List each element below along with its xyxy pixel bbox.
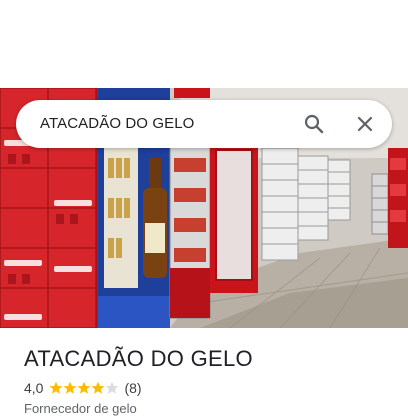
search-bar[interactable]: ATACADÃO DO GELO: [16, 100, 392, 148]
star-empty-icon: [106, 381, 119, 394]
rating-value: 4,0: [24, 380, 44, 396]
search-button[interactable]: [298, 108, 330, 140]
search-input[interactable]: ATACADÃO DO GELO: [40, 100, 194, 148]
star-filled-icon: [50, 381, 63, 394]
close-icon: [357, 116, 373, 132]
review-count[interactable]: (8): [124, 380, 141, 396]
place-category: Fornecedor de gelo: [24, 401, 137, 416]
star-filled-icon: [92, 381, 105, 394]
clear-search-button[interactable]: [349, 108, 381, 140]
place-title: ATACADÃO DO GELO: [24, 346, 253, 371]
map-area-top: [0, 0, 408, 88]
place-details: ATACADÃO DO GELO 4,0 (8) Fornecedor de g…: [0, 328, 408, 416]
rating-row[interactable]: 4,0 (8): [24, 380, 142, 396]
place-panel: ATACADÃO DO GELO ATACADÃO DO GELO 4,0 (8…: [0, 0, 408, 416]
star-filled-icon: [64, 381, 77, 394]
star-rating: [49, 381, 119, 395]
star-filled-icon: [78, 381, 91, 394]
search-icon: [304, 114, 324, 134]
